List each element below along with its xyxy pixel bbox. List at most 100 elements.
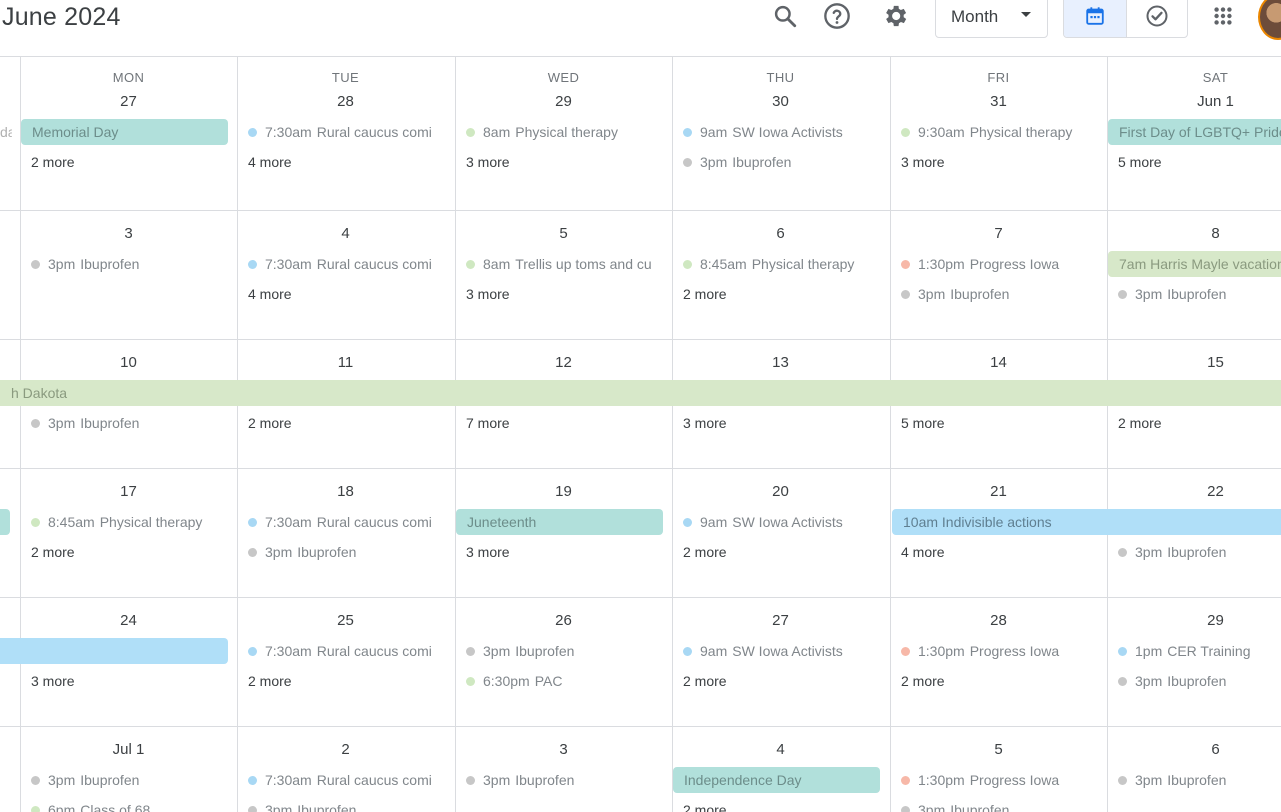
day-number[interactable]: 30 bbox=[672, 93, 889, 111]
help-icon[interactable] bbox=[819, 0, 855, 32]
event-item[interactable]: 7:30am Rural caucus comi bbox=[248, 122, 443, 142]
more-events-link[interactable]: 3 more bbox=[466, 284, 510, 304]
day-number[interactable]: Jun 1 bbox=[1107, 93, 1281, 111]
event-item[interactable]: 1:30pm Progress Iowa bbox=[901, 641, 1096, 661]
event-item[interactable]: 8am Physical therapy bbox=[466, 122, 661, 142]
event-item[interactable]: 8:45am Physical therapy bbox=[683, 254, 878, 274]
view-selector[interactable]: Month bbox=[935, 0, 1048, 38]
event-bar-continuation[interactable] bbox=[0, 509, 10, 535]
event-bar[interactable]: First Day of LGBTQ+ Pride bbox=[1108, 119, 1281, 145]
apps-grid-icon[interactable] bbox=[1208, 0, 1238, 32]
day-number[interactable]: 28 bbox=[890, 612, 1107, 630]
day-number[interactable]: 26 bbox=[455, 612, 672, 630]
day-number[interactable]: 31 bbox=[890, 93, 1107, 111]
event-item[interactable]: 1pm CER Training bbox=[1118, 641, 1281, 661]
more-events-link[interactable]: 2 more bbox=[248, 413, 292, 433]
day-number[interactable]: 6 bbox=[672, 225, 889, 243]
day-number[interactable]: 6 bbox=[1107, 741, 1281, 759]
event-item[interactable]: 8am Trellis up toms and cu bbox=[466, 254, 661, 274]
event-bar[interactable]: 10am Indivisible actions bbox=[892, 509, 1281, 535]
event-bar[interactable] bbox=[0, 638, 228, 664]
event-item[interactable]: 3pm Ibuprofen bbox=[1118, 284, 1281, 304]
event-item[interactable]: 3pm Ibuprofen bbox=[31, 413, 226, 433]
day-number[interactable]: 27 bbox=[672, 612, 889, 630]
search-icon[interactable] bbox=[767, 0, 803, 32]
event-bar[interactable]: Independence Day bbox=[673, 767, 880, 793]
event-bar[interactable]: 7am Harris Mayle vacation bbox=[1108, 251, 1281, 277]
day-number[interactable]: 5 bbox=[455, 225, 672, 243]
day-number[interactable]: 2 bbox=[237, 741, 454, 759]
day-number[interactable]: 4 bbox=[237, 225, 454, 243]
day-number[interactable]: 22 bbox=[1107, 483, 1281, 501]
more-events-link[interactable]: 3 more bbox=[901, 152, 945, 172]
tasks-toggle[interactable] bbox=[1125, 0, 1188, 37]
day-number[interactable]: 19 bbox=[455, 483, 672, 501]
event-item[interactable]: 7:30am Rural caucus comi bbox=[248, 512, 443, 532]
day-number[interactable]: 7 bbox=[890, 225, 1107, 243]
event-item[interactable]: 3pm Ibuprofen bbox=[248, 800, 443, 812]
day-number[interactable]: 18 bbox=[237, 483, 454, 501]
day-number[interactable]: 29 bbox=[1107, 612, 1281, 630]
event-bar[interactable]: Memorial Day bbox=[21, 119, 228, 145]
more-events-link[interactable]: 2 more bbox=[683, 800, 727, 812]
event-item[interactable]: 3pm Ibuprofen bbox=[466, 770, 661, 790]
more-events-link[interactable]: 2 more bbox=[683, 671, 727, 691]
event-bar[interactable]: Juneteenth bbox=[456, 509, 663, 535]
day-number[interactable]: 4 bbox=[672, 741, 889, 759]
more-events-link[interactable]: 5 more bbox=[1118, 152, 1162, 172]
more-events-link[interactable]: 4 more bbox=[901, 542, 945, 562]
day-number[interactable]: 21 bbox=[890, 483, 1107, 501]
event-item[interactable]: 7:30am Rural caucus comi bbox=[248, 641, 443, 661]
event-item[interactable]: 6:30pm PAC bbox=[466, 671, 661, 691]
event-overflow[interactable]: da bbox=[0, 122, 12, 142]
day-number[interactable]: 11 bbox=[237, 354, 454, 372]
more-events-link[interactable]: 2 more bbox=[31, 542, 75, 562]
event-item[interactable]: 3pm Ibuprofen bbox=[1118, 770, 1281, 790]
day-number[interactable]: 20 bbox=[672, 483, 889, 501]
more-events-link[interactable]: 3 more bbox=[31, 671, 75, 691]
event-item[interactable]: 3pm Ibuprofen bbox=[901, 800, 1096, 812]
avatar[interactable] bbox=[1258, 0, 1281, 40]
event-item[interactable]: 3pm Ibuprofen bbox=[1118, 671, 1281, 691]
gear-icon[interactable] bbox=[877, 0, 913, 32]
more-events-link[interactable]: 2 more bbox=[1118, 413, 1162, 433]
day-number[interactable]: 8 bbox=[1107, 225, 1281, 243]
day-number[interactable]: 13 bbox=[672, 354, 889, 372]
event-bar[interactable]: h Dakota bbox=[0, 380, 1281, 406]
more-events-link[interactable]: 2 more bbox=[683, 542, 727, 562]
event-item[interactable]: 3pm Ibuprofen bbox=[31, 254, 226, 274]
event-item[interactable]: 3pm Ibuprofen bbox=[248, 542, 443, 562]
more-events-link[interactable]: 3 more bbox=[466, 542, 510, 562]
event-item[interactable]: 7:30am Rural caucus comi bbox=[248, 254, 443, 274]
day-number[interactable]: 17 bbox=[20, 483, 237, 501]
day-number[interactable]: 5 bbox=[890, 741, 1107, 759]
event-item[interactable]: 6pm Class of 68 bbox=[31, 800, 226, 812]
event-item[interactable]: 3pm Ibuprofen bbox=[901, 284, 1096, 304]
more-events-link[interactable]: 4 more bbox=[248, 284, 292, 304]
event-item[interactable]: 1:30pm Progress Iowa bbox=[901, 770, 1096, 790]
event-item[interactable]: 9:30am Physical therapy bbox=[901, 122, 1096, 142]
more-events-link[interactable]: 5 more bbox=[901, 413, 945, 433]
event-item[interactable]: 7:30am Rural caucus comi bbox=[248, 770, 443, 790]
day-number[interactable]: 10 bbox=[20, 354, 237, 372]
day-number[interactable]: 12 bbox=[455, 354, 672, 372]
day-number[interactable]: 28 bbox=[237, 93, 454, 111]
more-events-link[interactable]: 2 more bbox=[683, 284, 727, 304]
day-number[interactable]: 14 bbox=[890, 354, 1107, 372]
event-item[interactable]: 1:30pm Progress Iowa bbox=[901, 254, 1096, 274]
day-number[interactable]: 27 bbox=[20, 93, 237, 111]
more-events-link[interactable]: 3 more bbox=[683, 413, 727, 433]
day-number[interactable]: 29 bbox=[455, 93, 672, 111]
more-events-link[interactable]: 2 more bbox=[31, 152, 75, 172]
event-item[interactable]: 3pm Ibuprofen bbox=[466, 641, 661, 661]
day-number[interactable]: Jul 1 bbox=[20, 741, 237, 759]
more-events-link[interactable]: 2 more bbox=[901, 671, 945, 691]
day-number[interactable]: 25 bbox=[237, 612, 454, 630]
day-number[interactable]: 3 bbox=[455, 741, 672, 759]
event-item[interactable]: 9am SW Iowa Activists bbox=[683, 512, 878, 532]
event-item[interactable]: 3pm Ibuprofen bbox=[683, 152, 878, 172]
more-events-link[interactable]: 7 more bbox=[466, 413, 510, 433]
event-item[interactable]: 8:45am Physical therapy bbox=[31, 512, 226, 532]
calendar-toggle[interactable] bbox=[1064, 0, 1126, 37]
more-events-link[interactable]: 3 more bbox=[466, 152, 510, 172]
